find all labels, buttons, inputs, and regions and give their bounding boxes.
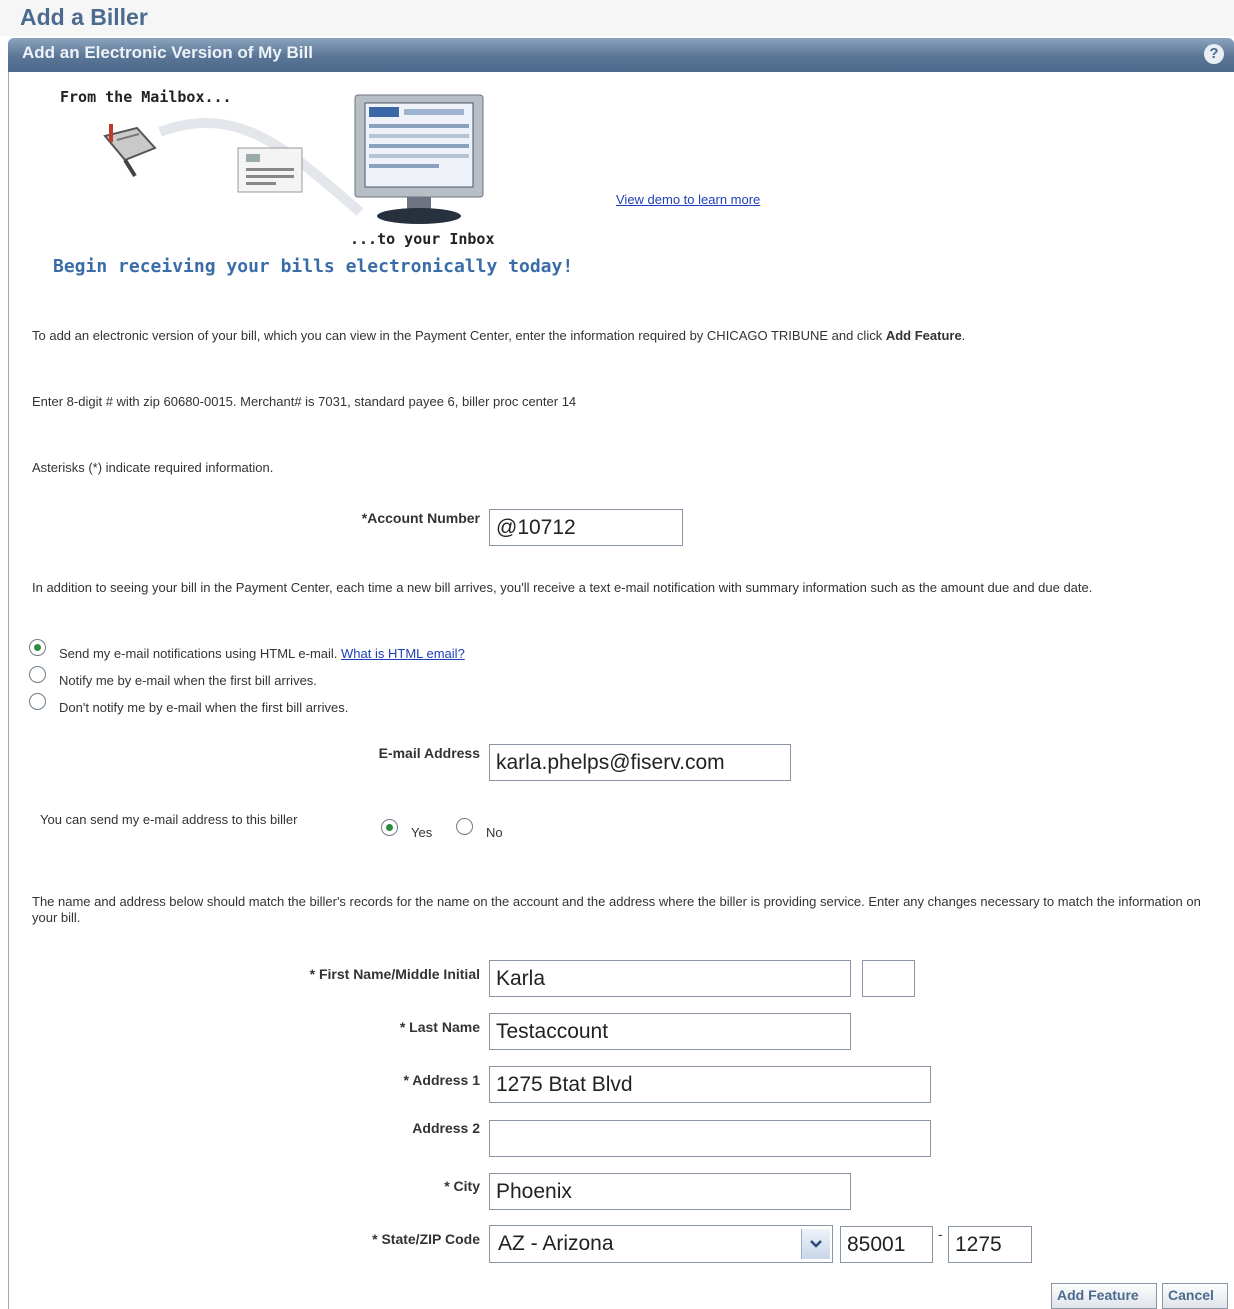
zip-input[interactable] [840, 1226, 933, 1263]
zip-extension-input[interactable] [948, 1226, 1032, 1263]
section-title: Add an Electronic Version of My Bill [22, 43, 313, 62]
radio-html-email-row: Send my e-mail notifications using HTML … [59, 646, 465, 662]
city-label: * City [444, 1178, 480, 1194]
city-input[interactable] [489, 1173, 851, 1210]
address-note: The name and address below should match … [32, 894, 1201, 925]
first-name-input[interactable] [489, 960, 851, 997]
notification-text: In addition to seeing your bill in the P… [32, 580, 1093, 595]
intro-text-start: To add an electronic version of your bil… [32, 328, 886, 343]
monitor-icon [354, 94, 484, 224]
cancel-button[interactable]: Cancel [1162, 1283, 1228, 1309]
account-number-input[interactable] [489, 509, 683, 546]
email-address-label: E-mail Address [378, 745, 480, 761]
radio-html-email[interactable] [29, 639, 46, 656]
last-name-input[interactable] [489, 1013, 851, 1050]
last-name-label: * Last Name [399, 1019, 480, 1035]
address2-input[interactable] [489, 1120, 931, 1157]
radio-notify-first-bill-label: Notify me by e-mail when the first bill … [59, 673, 317, 688]
section-header: Add an Electronic Version of My Bill ? [8, 38, 1234, 72]
radio-notify-first-bill[interactable] [29, 666, 46, 683]
banner-from-text: From the Mailbox... [60, 88, 232, 106]
banner-tagline: Begin receiving your bills electronicall… [53, 256, 574, 277]
zip-separator: - [938, 1226, 943, 1242]
middle-initial-input[interactable] [862, 960, 915, 997]
page-title-background [0, 0, 1234, 36]
share-no-radio[interactable] [456, 818, 473, 835]
add-feature-button[interactable]: Add Feature [1051, 1283, 1157, 1309]
help-icon[interactable]: ? [1204, 44, 1224, 64]
chevron-down-icon [810, 1240, 822, 1248]
share-yes-label: Yes [411, 825, 433, 840]
state-select-dropdown-button[interactable] [801, 1229, 830, 1259]
state-zip-label: * State/ZIP Code [372, 1231, 480, 1247]
address1-label: * Address 1 [403, 1072, 480, 1088]
radio-dont-notify-label: Don't notify me by e-mail when the first… [59, 700, 349, 715]
address2-label: Address 2 [412, 1120, 480, 1136]
radio-dont-notify[interactable] [29, 693, 46, 710]
email-address-input[interactable] [489, 744, 791, 781]
intro-text-end: . [961, 328, 966, 343]
intro-text-bold: Add Feature [885, 328, 962, 343]
state-select[interactable]: AZ - Arizona [489, 1225, 833, 1263]
biller-note: Enter 8-digit # with zip 60680-0015. Mer… [32, 394, 577, 409]
radio-html-email-label: Send my e-mail notifications using HTML … [59, 646, 338, 661]
address1-input[interactable] [489, 1066, 931, 1103]
view-demo-link[interactable]: View demo to learn more [616, 192, 760, 207]
share-no-label: No [486, 825, 503, 840]
share-yes-radio[interactable] [381, 819, 398, 836]
share-email-label: You can send my e-mail address to this b… [40, 812, 298, 827]
what-is-html-email-link[interactable]: What is HTML email? [341, 646, 465, 661]
state-select-value: AZ - Arizona [498, 1232, 614, 1255]
left-border [8, 72, 9, 1309]
page-title: Add a Biller [20, 4, 148, 30]
banner-to-text: ...to your Inbox [350, 230, 495, 248]
first-name-label: * First Name/Middle Initial [309, 966, 480, 982]
intro-text: To add an electronic version of your bil… [32, 328, 1212, 344]
required-note: Asterisks (*) indicate required informat… [32, 460, 274, 475]
paper-bill-icon [237, 147, 303, 193]
account-number-label: *Account Number [361, 510, 480, 526]
